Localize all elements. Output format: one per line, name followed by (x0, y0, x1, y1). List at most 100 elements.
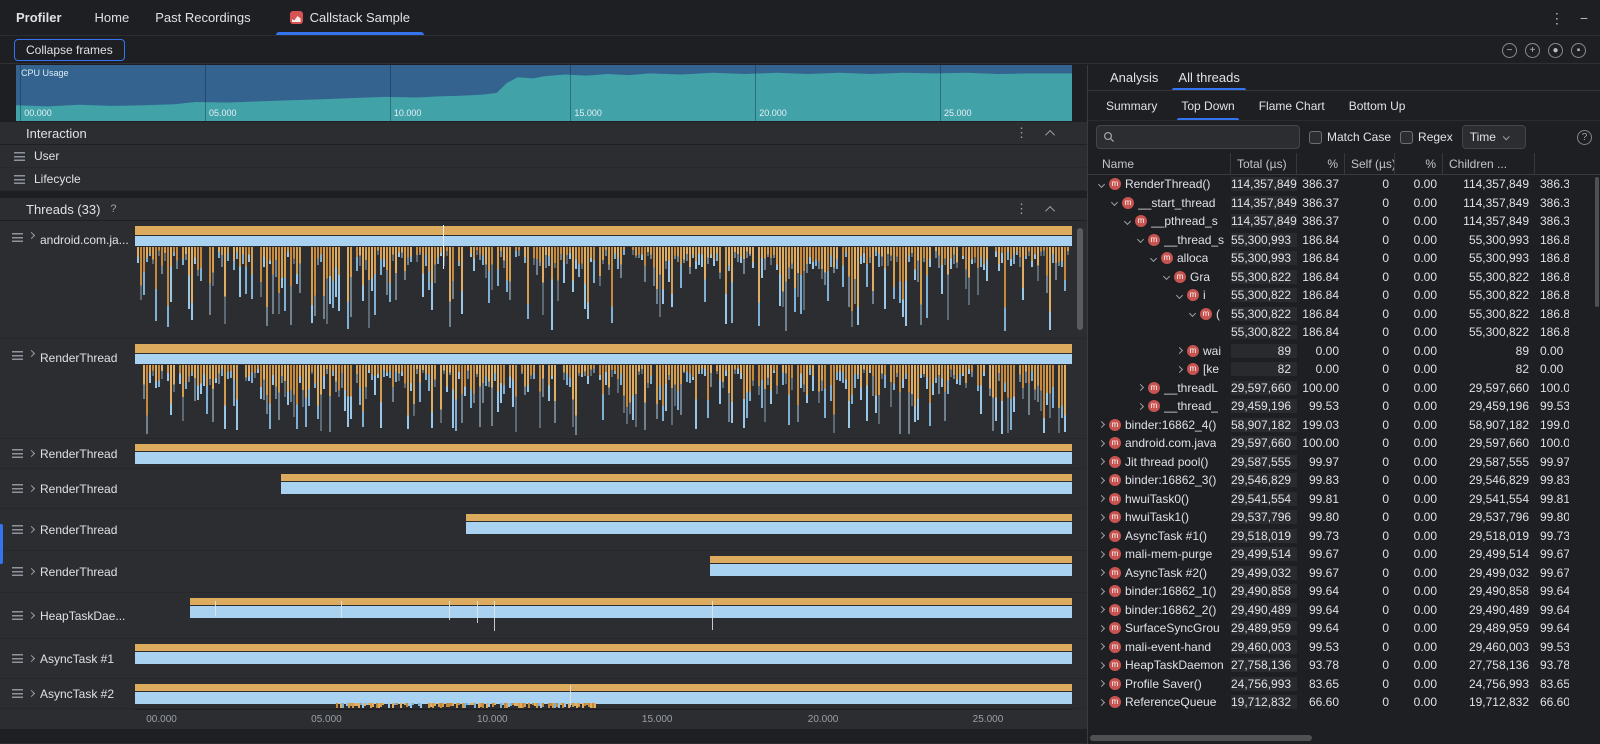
zoom-to-selection-icon[interactable]: ▪ (1571, 43, 1586, 58)
thread-label[interactable]: RenderThread (0, 339, 135, 438)
thread-track[interactable] (135, 593, 1072, 638)
tab-all-threads[interactable]: All threads (1168, 65, 1249, 90)
more-options-icon[interactable]: ⋮ (1550, 10, 1564, 27)
table-row[interactable]: mi55,300,822186.8400.0055,300,822186.84 (1088, 286, 1600, 305)
table-row[interactable]: 55,300,822186.8400.0055,300,822186.84 (1088, 323, 1600, 342)
column-header-1[interactable]: Total (µs) (1231, 153, 1297, 174)
chevron-down-icon[interactable] (1109, 200, 1120, 205)
table-row[interactable]: m__thread_29,459,19699.5300.0029,459,196… (1088, 397, 1600, 416)
chevron-right-icon[interactable] (1135, 404, 1146, 409)
table-row[interactable]: mwai890.0000.00890.00 (1088, 342, 1600, 361)
thread-track[interactable] (135, 679, 1072, 708)
table-row[interactable]: mHeapTaskDaemon27,758,13693.7800.0027,75… (1088, 656, 1600, 675)
thread-label[interactable]: HeapTaskDae... (0, 593, 135, 638)
subtab-summary[interactable]: Summary (1094, 91, 1169, 120)
interaction-collapse-icon[interactable] (1045, 129, 1055, 139)
table-row[interactable]: mGra55,300,822186.8400.0055,300,822186.8… (1088, 268, 1600, 287)
search-input[interactable] (1120, 130, 1293, 144)
table-row[interactable]: mReferenceQueue19,712,83266.6000.0019,71… (1088, 693, 1600, 712)
chevron-right-icon[interactable] (1174, 348, 1185, 353)
cpu-usage-chart[interactable]: CPU Usage 00.00005.00010.00015.00020.000… (16, 65, 1072, 121)
column-header-5[interactable]: Children ... (1443, 153, 1535, 174)
table-scrollbar[interactable] (1595, 177, 1599, 307)
subtab-flame-chart[interactable]: Flame Chart (1247, 91, 1337, 120)
thread-label[interactable]: RenderThread (0, 509, 135, 550)
chevron-right-icon[interactable] (1096, 589, 1107, 594)
threads-header[interactable]: Threads (33) ? ⋮ (0, 197, 1087, 221)
table-row[interactable]: m__threadL29,597,660100.0000.0029,597,66… (1088, 379, 1600, 398)
table-row[interactable]: mbinder:16862_1()29,490,85899.6400.0029,… (1088, 582, 1600, 601)
table-row[interactable]: mandroid.com.java29,597,660100.0000.0029… (1088, 434, 1600, 453)
table-row[interactable]: m[ke820.0000.00820.00 (1088, 360, 1600, 379)
table-row[interactable]: m__thread_s55,300,993186.8400.0055,300,9… (1088, 231, 1600, 250)
regex-checkbox[interactable] (1400, 131, 1413, 144)
table-row[interactable]: mAsyncTask #2()29,499,03299.6700.0029,49… (1088, 564, 1600, 583)
tab-callstack-sample[interactable]: Callstack Sample (274, 0, 426, 35)
flame-chart-track[interactable] (135, 221, 1072, 338)
thread-track[interactable] (135, 439, 1072, 468)
table-row[interactable]: mProfile Saver()24,756,99383.6500.0024,7… (1088, 675, 1600, 694)
chevron-down-icon[interactable] (1161, 274, 1172, 279)
hide-tool-window-icon[interactable]: − (1580, 10, 1588, 26)
thread-track[interactable] (135, 639, 1072, 678)
interaction-options-icon[interactable]: ⋮ (1015, 125, 1028, 141)
table-row[interactable]: mbinder:16862_3()29,546,82999.8300.0029,… (1088, 471, 1600, 490)
thread-track[interactable] (135, 509, 1072, 550)
subtab-bottom-up[interactable]: Bottom Up (1337, 91, 1418, 120)
thread-label[interactable]: RenderThread (0, 439, 135, 468)
table-row[interactable]: m(55,300,822186.8400.0055,300,822186.84 (1088, 305, 1600, 324)
chevron-right-icon[interactable] (1096, 422, 1107, 427)
subtab-top-down[interactable]: Top Down (1169, 91, 1246, 120)
table-row[interactable]: m__pthread_s114,357,849386.3700.00114,35… (1088, 212, 1600, 231)
tool-window-stripe-indicator[interactable] (0, 524, 3, 564)
table-row[interactable]: mbinder:16862_2()29,490,48999.6400.0029,… (1088, 601, 1600, 620)
chevron-down-icon[interactable] (1148, 256, 1159, 261)
collapse-frames-button[interactable]: Collapse frames (14, 39, 125, 61)
chevron-right-icon[interactable] (1174, 367, 1185, 372)
flame-chart-track[interactable] (135, 339, 1072, 438)
thread-label[interactable]: AsyncTask #1 (0, 639, 135, 678)
column-header-0[interactable]: Name (1096, 153, 1231, 174)
chevron-right-icon[interactable] (1096, 626, 1107, 631)
chevron-right-icon[interactable] (1096, 441, 1107, 446)
threads-scrollbar[interactable] (1077, 228, 1083, 330)
table-row[interactable]: mbinder:16862_4()58,907,182199.0300.0058… (1088, 416, 1600, 435)
chevron-right-icon[interactable] (1096, 607, 1107, 612)
thread-track[interactable] (135, 551, 1072, 592)
table-row[interactable]: mRenderThread()114,357,849386.3700.00114… (1088, 175, 1600, 194)
nav-item-past-recordings[interactable]: Past Recordings (142, 0, 263, 35)
chevron-right-icon[interactable] (1096, 496, 1107, 501)
threads-help-icon[interactable]: ? (110, 203, 116, 215)
tab-analysis[interactable]: Analysis (1100, 65, 1168, 90)
chevron-down-icon[interactable] (1135, 237, 1146, 242)
chevron-down-icon[interactable] (1187, 311, 1198, 316)
column-header-4[interactable]: % (1395, 153, 1443, 174)
chevron-right-icon[interactable] (1096, 515, 1107, 520)
chevron-right-icon[interactable] (1135, 385, 1146, 390)
search-box[interactable] (1096, 125, 1300, 149)
thread-track[interactable] (135, 469, 1072, 508)
threads-collapse-icon[interactable] (1045, 205, 1055, 215)
table-row[interactable]: mhwuiTask0()29,541,55499.8100.0029,541,5… (1088, 490, 1600, 509)
chevron-down-icon[interactable] (1122, 219, 1133, 224)
table-row[interactable]: mmali-mem-purge29,499,51499.6700.0029,49… (1088, 545, 1600, 564)
chevron-right-icon[interactable] (1096, 570, 1107, 575)
table-h-scrollbar[interactable] (1090, 735, 1312, 741)
chevron-right-icon[interactable] (1096, 663, 1107, 668)
filter-dropdown[interactable]: Time (1462, 125, 1526, 149)
match-case-checkbox[interactable] (1309, 131, 1322, 144)
help-icon[interactable]: ? (1577, 130, 1592, 145)
chevron-down-icon[interactable] (1096, 182, 1107, 187)
table-row[interactable]: mSurfaceSyncGrou29,489,95999.6400.0029,4… (1088, 619, 1600, 638)
table-row[interactable]: mmali-event-hand29,460,00399.5300.0029,4… (1088, 638, 1600, 657)
zoom-out-icon[interactable]: − (1502, 43, 1517, 58)
chevron-right-icon[interactable] (1096, 700, 1107, 705)
column-header-2[interactable]: % (1297, 153, 1345, 174)
threads-options-icon[interactable]: ⋮ (1015, 201, 1028, 217)
table-row[interactable]: m__start_thread114,357,849386.3700.00114… (1088, 194, 1600, 213)
chevron-right-icon[interactable] (1096, 644, 1107, 649)
chevron-right-icon[interactable] (1096, 478, 1107, 483)
thread-label[interactable]: RenderThread (0, 469, 135, 508)
table-row[interactable]: mhwuiTask1()29,537,79699.8000.0029,537,7… (1088, 508, 1600, 527)
chevron-right-icon[interactable] (1096, 681, 1107, 686)
